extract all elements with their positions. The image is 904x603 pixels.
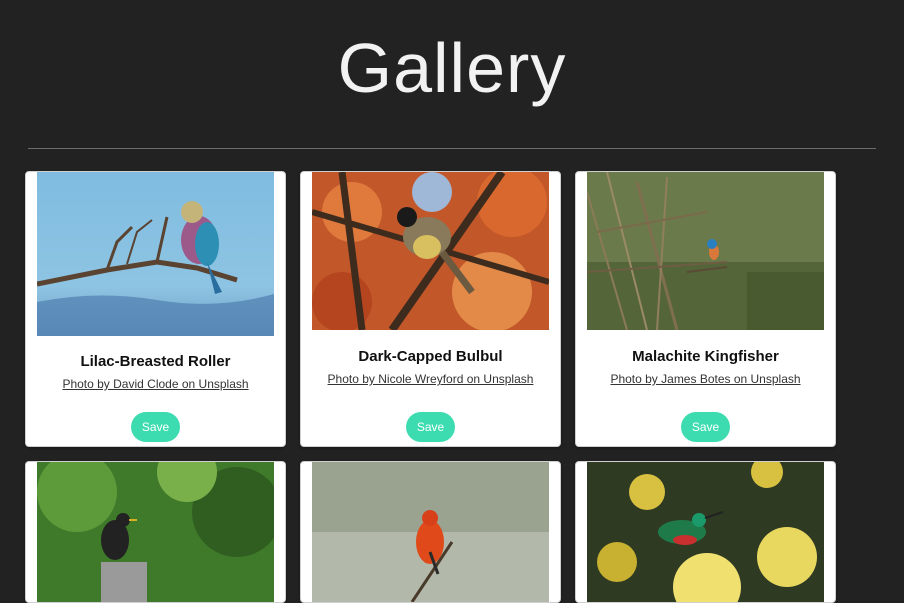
photo-credit-link[interactable]: Photo by James Botes on Unsplash — [576, 372, 835, 386]
bird-photo — [312, 462, 549, 602]
gallery-card — [25, 461, 286, 603]
page-title: Gallery — [337, 29, 567, 107]
bird-photo — [37, 462, 274, 602]
bird-photo-dark-capped-bulbul — [312, 172, 549, 330]
bird-photo-lilac-breasted-roller — [37, 172, 274, 336]
gallery-card — [575, 461, 836, 603]
bird-photo — [587, 462, 824, 602]
card-title: Malachite Kingfisher — [632, 348, 779, 365]
gallery-card: Lilac-Breasted Roller Photo by David Clo… — [25, 171, 286, 447]
gallery-card — [300, 461, 561, 603]
photo-credit-link[interactable]: Photo by Nicole Wreyford on Unsplash — [301, 372, 560, 386]
gallery-card: Dark-Capped Bulbul Photo by Nicole Wreyf… — [300, 171, 561, 447]
photo-credit-link[interactable]: Photo by David Clode on Unsplash — [26, 377, 285, 391]
header-divider — [28, 148, 876, 149]
save-button[interactable]: Save — [681, 412, 730, 442]
save-button[interactable]: Save — [406, 412, 455, 442]
gallery-card: Malachite Kingfisher Photo by James Bote… — [575, 171, 836, 447]
card-title: Dark-Capped Bulbul — [358, 348, 503, 365]
card-title: Lilac-Breasted Roller — [80, 353, 231, 370]
save-button[interactable]: Save — [131, 412, 180, 442]
bird-photo-malachite-kingfisher — [587, 172, 824, 330]
